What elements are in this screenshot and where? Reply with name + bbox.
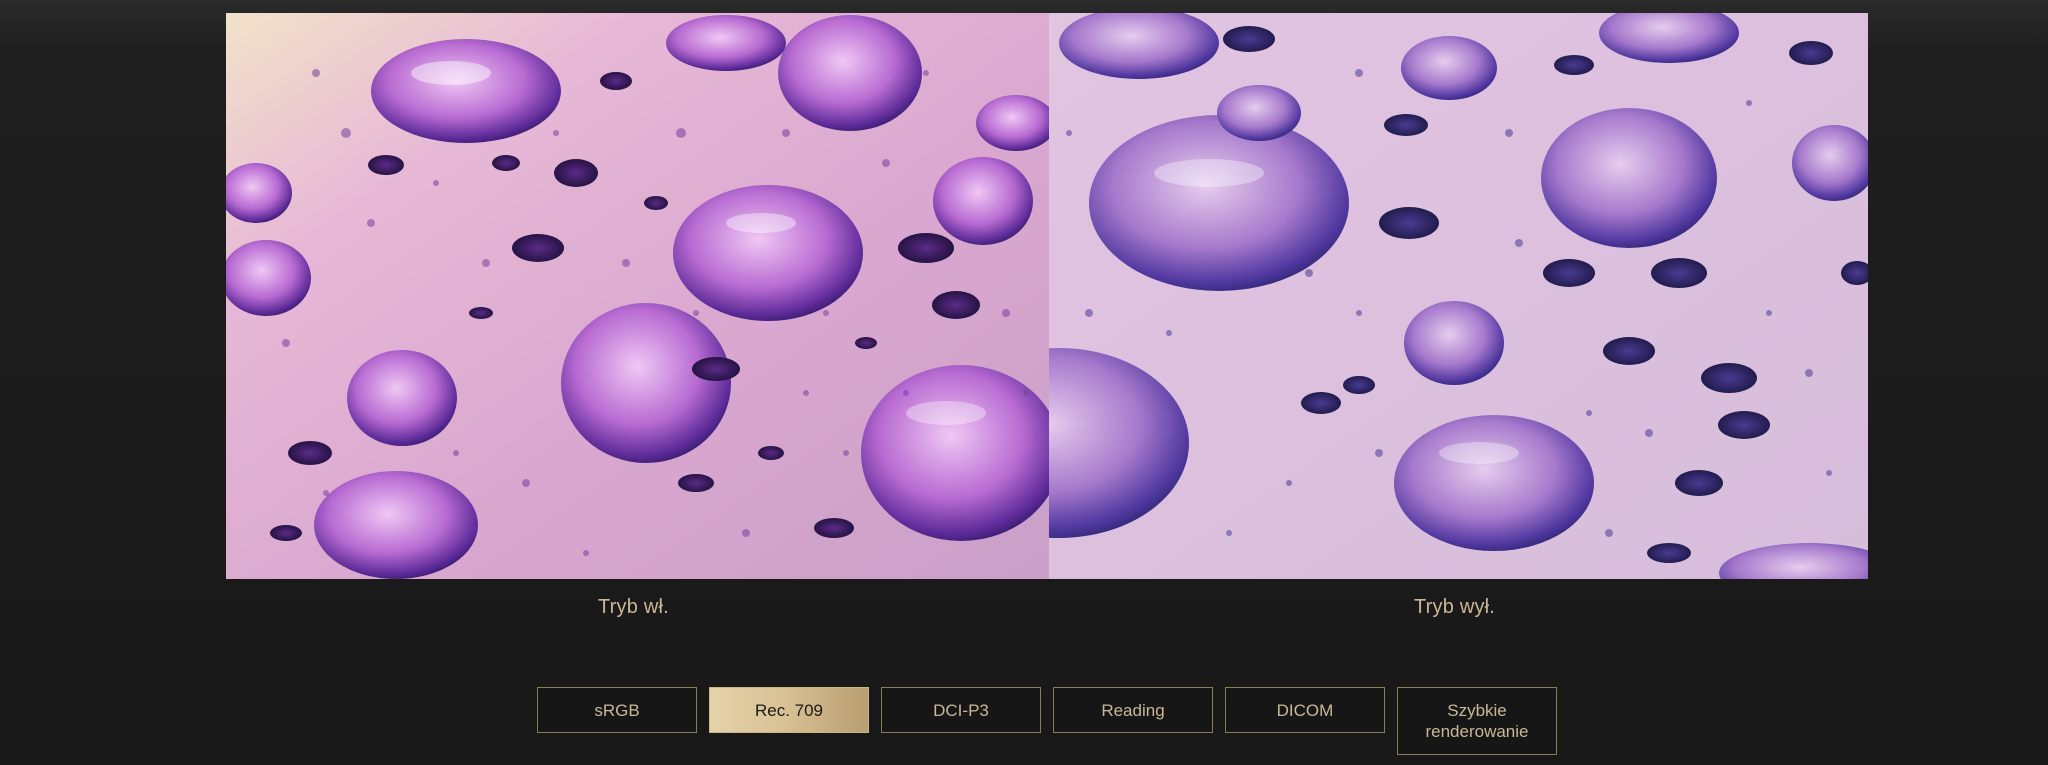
- water-drops-vivid-image: [226, 13, 1049, 579]
- comparison-image: [226, 13, 1868, 579]
- mode-button-rec709[interactable]: Rec. 709: [709, 687, 869, 733]
- mode-on-caption: Tryb wł.: [598, 596, 669, 618]
- mode-button-dicom[interactable]: DICOM: [1225, 687, 1385, 733]
- water-drops-muted-image: [1049, 13, 1868, 579]
- mode-button-srgb[interactable]: sRGB: [537, 687, 697, 733]
- mode-button-dci-p3[interactable]: DCI-P3: [881, 687, 1041, 733]
- mode-button-reading[interactable]: Reading: [1053, 687, 1213, 733]
- mode-off-caption: Tryb wył.: [1414, 596, 1496, 618]
- mode-on-image: [226, 13, 1049, 579]
- mode-off-image: [1049, 13, 1868, 579]
- page: Tryb wł. Tryb wył. sRGB Rec. 709 DCI-P3 …: [0, 0, 2048, 765]
- color-mode-selector: sRGB Rec. 709 DCI-P3 Reading DICOM Szybk…: [537, 687, 1557, 755]
- mode-button-fast-render[interactable]: Szybkie renderowanie: [1397, 687, 1557, 755]
